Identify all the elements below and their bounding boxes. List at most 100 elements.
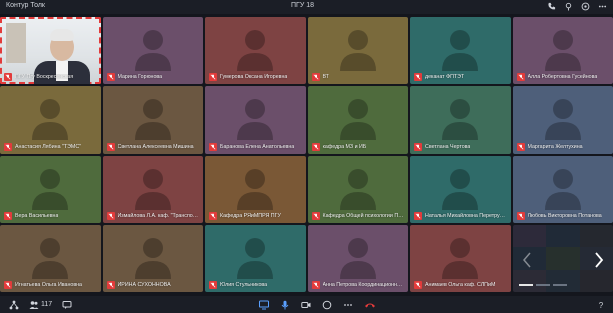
participant-label: Баранова Елена Анатольевна — [209, 142, 295, 151]
participant-name: Марина Горюнова — [117, 74, 163, 81]
network-icon[interactable] — [8, 299, 19, 310]
mic-muted-icon — [414, 281, 422, 289]
participant-tile[interactable]: Кафедра РЯиМПРЯ ПГУ — [205, 155, 306, 223]
participant-name: кафедра МЗ и ИБ — [322, 143, 367, 150]
participant-tile[interactable]: кафедра МЗ и ИБ — [307, 86, 408, 154]
participant-label: кафедра МЗ и ИБ — [311, 142, 367, 151]
carousel-dot — [552, 284, 567, 286]
avatar-placeholder-icon — [30, 96, 70, 141]
avatar-placeholder-icon — [440, 96, 480, 141]
participant-tile[interactable]: Баранова Елена Анатольевна — [205, 86, 306, 154]
participant-name: Баранова Елена Анатольевна — [220, 143, 295, 150]
mic-muted-icon — [209, 142, 217, 151]
participant-tile[interactable]: Маргарита Желтухина — [512, 86, 613, 154]
participant-tile[interactable]: Игнатьева Ольга Ивановна — [0, 224, 101, 292]
participant-label: Анимаев Ольга каф. СЛПиМ — [414, 281, 495, 289]
participant-tile[interactable]: ВТ — [307, 17, 408, 85]
screen-share-icon[interactable] — [258, 299, 269, 310]
avatar-placeholder-icon — [338, 166, 378, 210]
participant-tile[interactable]: Любовь Викторовна Потанова — [512, 155, 613, 223]
participant-label: Алла Робертовна Гусейнова — [516, 73, 598, 82]
participant-tile[interactable]: ИРИНА СУХОННОВА — [102, 224, 203, 292]
more-icon[interactable] — [597, 1, 607, 11]
record-icon[interactable] — [321, 299, 332, 310]
chat-icon[interactable] — [61, 299, 72, 310]
carousel-next-icon[interactable] — [593, 251, 605, 269]
carousel-dot — [535, 284, 550, 286]
avatar-placeholder-icon — [543, 166, 583, 210]
avatar-placeholder-icon — [543, 27, 583, 72]
mic-muted-icon — [4, 142, 12, 151]
avatar-placeholder-icon — [133, 96, 173, 141]
participant-tile[interactable]: Марина Горюнова — [102, 17, 203, 85]
participant-name: Светлана Чертова — [425, 143, 471, 150]
participant-name: Гумерова Оксана Игоревна — [220, 74, 288, 81]
more-participants-carousel[interactable] — [512, 224, 613, 292]
top-actions — [546, 1, 607, 11]
participant-name: Маргарита Желтухина — [527, 143, 583, 150]
participant-name: Измайлова Л.А. каф. "Транспортные..." — [117, 212, 199, 219]
mic-muted-icon — [414, 142, 422, 151]
people-icon — [28, 299, 39, 310]
participant-tile[interactable]: Вера Васильевна — [0, 155, 101, 223]
participant-name: ВТ — [322, 74, 329, 81]
camera-icon[interactable] — [300, 299, 311, 310]
participant-name: деканат ФПТЭТ — [425, 74, 465, 81]
avatar-placeholder-icon — [30, 166, 70, 210]
pin-icon[interactable] — [563, 1, 573, 11]
participant-tile[interactable]: Юлия Стульникова — [205, 224, 306, 292]
participant-tile[interactable]: Измайлова Л.А. каф. "Транспортные..." — [102, 155, 203, 223]
participant-name: Наталья Михайловна Перетрухина — [425, 212, 507, 219]
title-bar: Контур Толк ПГУ 18 — [0, 0, 613, 14]
participant-tile[interactable]: деканат ФПТЭТ — [410, 17, 511, 85]
participant-label: Игнатьева Ольга Ивановна — [4, 281, 82, 289]
mic-muted-icon — [311, 281, 320, 289]
participant-label: Наталья Михайловна Перетрухина — [414, 211, 507, 220]
participant-name: Алла Робертовна Гусейнова — [527, 74, 598, 81]
participant-name: Кафедра Общей психологии ПГУ — [322, 212, 404, 219]
participant-label: Любовь Викторовна Потанова — [516, 211, 602, 220]
carousel-prev-icon[interactable] — [521, 251, 533, 269]
mic-muted-icon — [4, 73, 12, 82]
settings-icon[interactable] — [580, 1, 590, 11]
participant-name: Игнатьева Ольга Ивановна — [15, 282, 83, 288]
participant-label: Анна Петрова Координационный... — [311, 281, 404, 289]
participant-name: Анна Петрова Координационный... — [322, 282, 404, 288]
help-icon[interactable]: ? — [595, 299, 606, 310]
participant-name: Вера Васильевна — [15, 212, 59, 219]
participant-tile[interactable]: Анастасия Лябина "ТЭМС" — [0, 86, 101, 154]
more-options-icon[interactable] — [342, 299, 353, 310]
participant-label: деканат ФПТЭТ — [414, 73, 465, 82]
participant-tile[interactable]: Светлана Чертова — [410, 86, 511, 154]
participant-label: ИРИНА СУХОННОВА — [106, 281, 171, 289]
mic-muted-icon — [516, 142, 525, 151]
svg-text:?: ? — [598, 301, 603, 310]
avatar-placeholder-icon — [235, 166, 275, 210]
participant-tile[interactable]: Наталья Михайловна Перетрухина — [410, 155, 511, 223]
participant-count: 117 — [41, 301, 53, 308]
participant-label: Кафедра РЯиМПРЯ ПГУ — [209, 211, 281, 220]
phone-icon[interactable] — [546, 1, 556, 11]
participants-grid: ПГУ Пгу Воскресенская Марина Горюнова Гуме… — [0, 17, 613, 292]
app-title: Контур Толк — [6, 2, 45, 9]
participant-tile[interactable]: Кафедра Общей психологии ПГУ — [307, 155, 408, 223]
participant-tile[interactable]: Гумерова Оксана Игоревна — [205, 17, 306, 85]
participant-label: Гумерова Оксана Игоревна — [209, 73, 288, 82]
participants-button[interactable]: 117 — [28, 299, 52, 310]
participant-tile[interactable]: ПГУ Пгу Воскресенская — [0, 17, 101, 85]
participant-tile[interactable]: Светлана Алексеевна Мишина — [102, 86, 203, 154]
mic-muted-icon — [516, 211, 525, 220]
mic-muted-icon — [209, 211, 217, 220]
participant-name: Анастасия Лябина "ТЭМС" — [15, 143, 82, 150]
carousel-page-indicator — [518, 284, 567, 286]
participant-tile[interactable]: Алла Робертовна Гусейнова — [512, 17, 613, 85]
mic-muted-icon — [414, 211, 422, 220]
microphone-icon[interactable] — [279, 299, 290, 310]
mic-muted-icon — [209, 281, 217, 289]
participant-tile[interactable]: Анимаев Ольга каф. СЛПиМ — [410, 224, 511, 292]
end-call-button[interactable] — [363, 299, 377, 310]
participant-label: Кафедра Общей психологии ПГУ — [311, 211, 404, 220]
participant-tile[interactable]: Анна Петрова Координационный... — [307, 224, 408, 292]
participant-label: Измайлова Л.А. каф. "Транспортные..." — [106, 211, 199, 220]
mic-muted-icon — [106, 73, 115, 82]
